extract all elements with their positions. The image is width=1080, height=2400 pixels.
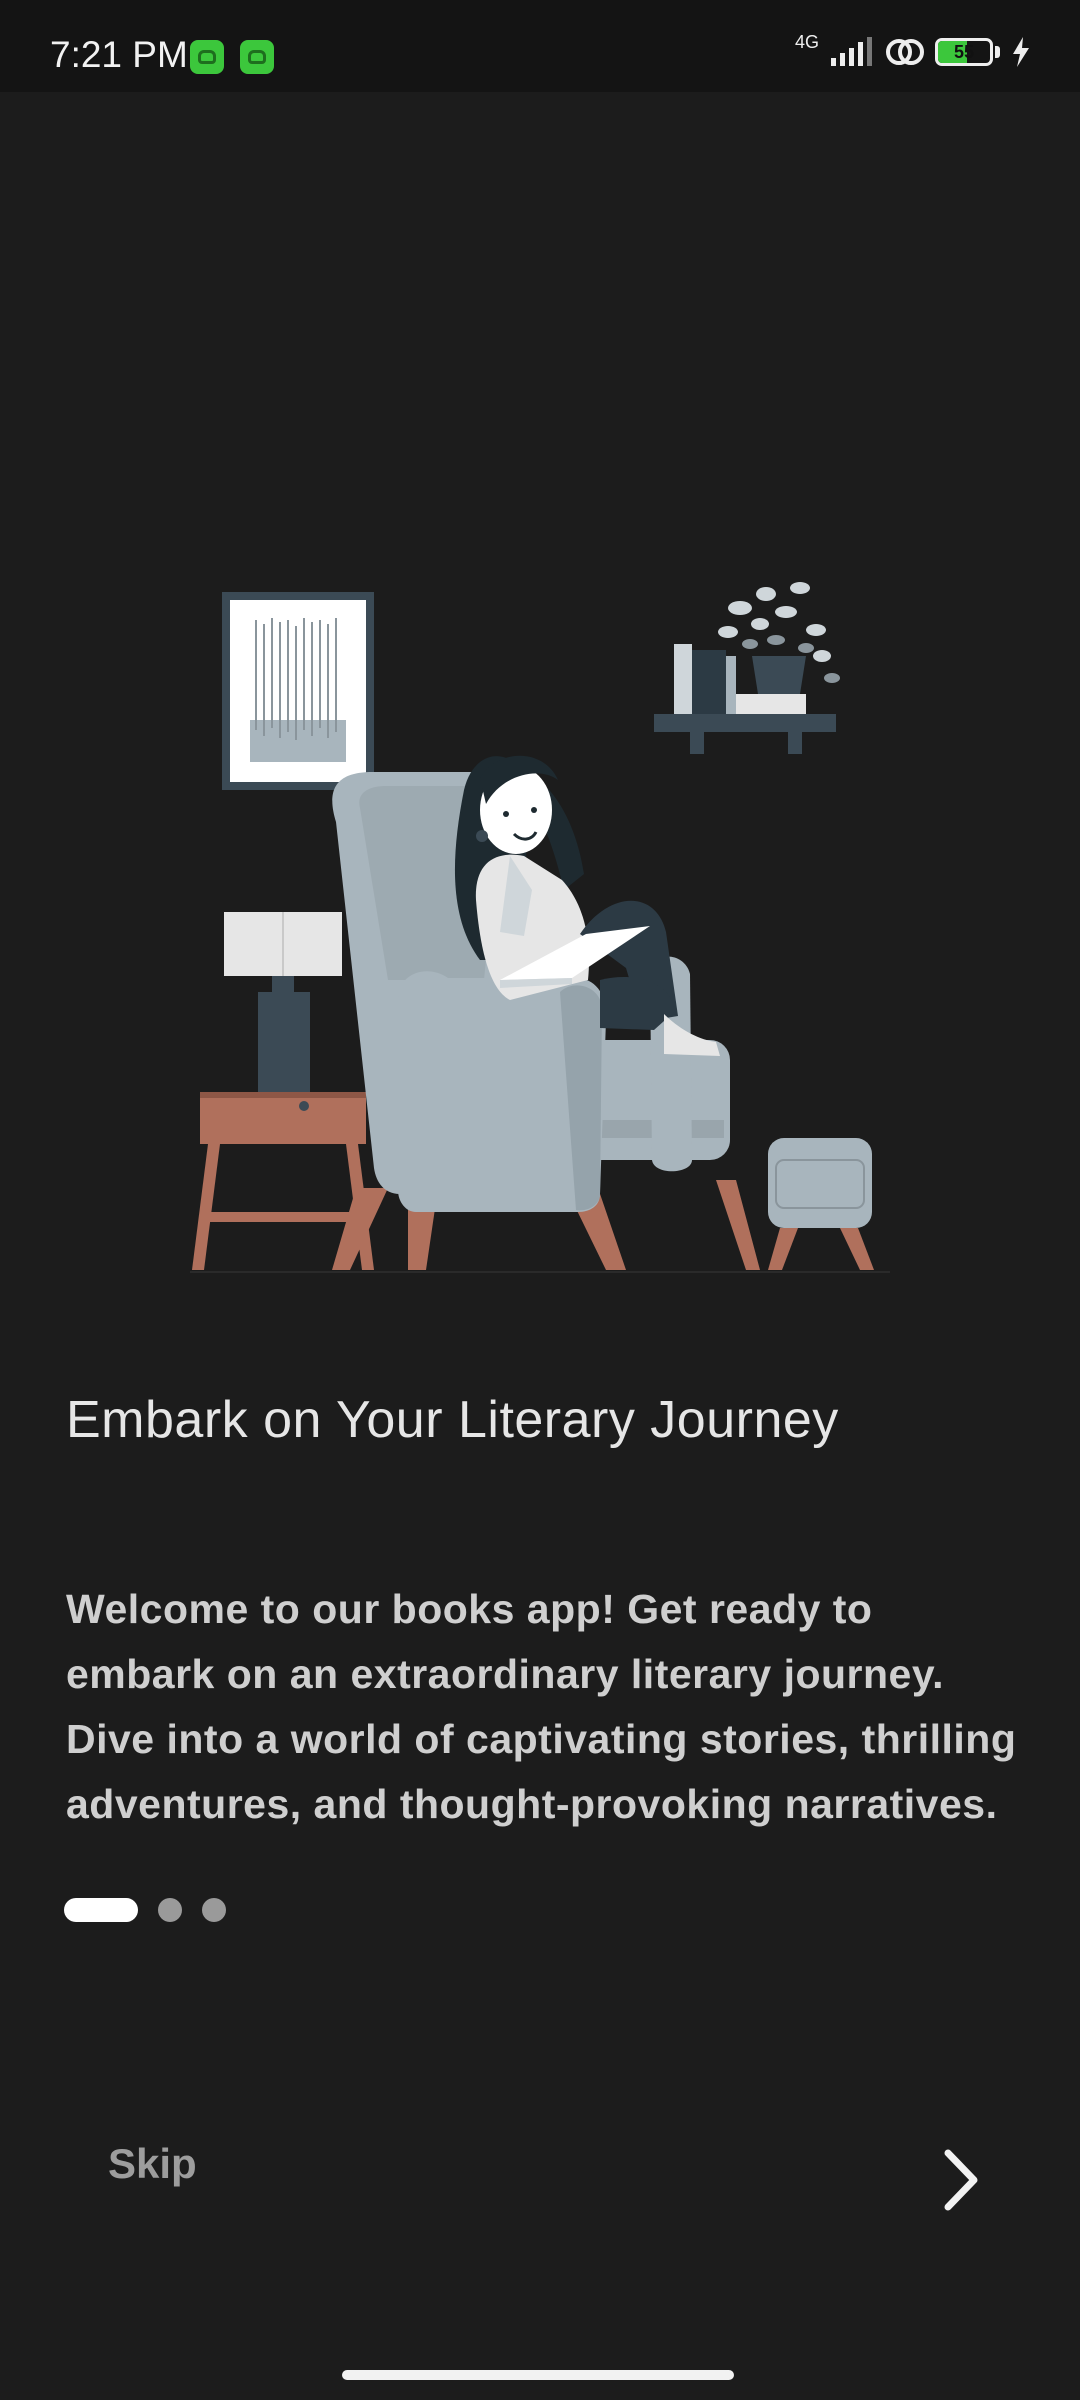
next-button[interactable]	[930, 2145, 990, 2215]
battery-tip	[995, 46, 1000, 58]
footstool	[768, 1138, 874, 1270]
charging-bolt-icon	[1013, 37, 1029, 67]
wall-shelf	[654, 582, 840, 754]
side-table-lamp	[192, 912, 374, 1270]
chevron-right-icon	[944, 2149, 978, 2211]
skip-button[interactable]: Skip	[108, 2140, 197, 2188]
picture-frame	[222, 592, 374, 790]
page-dot[interactable]	[202, 1898, 226, 1922]
home-indicator[interactable]	[342, 2370, 734, 2380]
hotspot-link-icon	[886, 39, 924, 65]
battery-icon: 55	[935, 38, 993, 66]
app-notification-icon	[240, 40, 274, 74]
status-time: 7:21 PM	[50, 34, 188, 75]
status-bar: 7:21 PM 4G 55	[0, 0, 1080, 92]
page-dot[interactable]	[158, 1898, 182, 1922]
network-type-label: 4G	[794, 31, 819, 52]
status-icons: 4G 55	[795, 32, 1032, 68]
onboarding-description: Welcome to our books app! Get ready to e…	[66, 1586, 1017, 1827]
page-dot-active[interactable]	[64, 1898, 138, 1922]
reading-illustration	[190, 582, 890, 1273]
app-notification-icon	[190, 40, 224, 74]
page-indicator	[64, 1898, 226, 1922]
onboarding-title: Embark on Your Literary Journey	[66, 1390, 839, 1449]
battery-percent: 55	[953, 41, 975, 62]
signal-icon	[831, 37, 872, 66]
